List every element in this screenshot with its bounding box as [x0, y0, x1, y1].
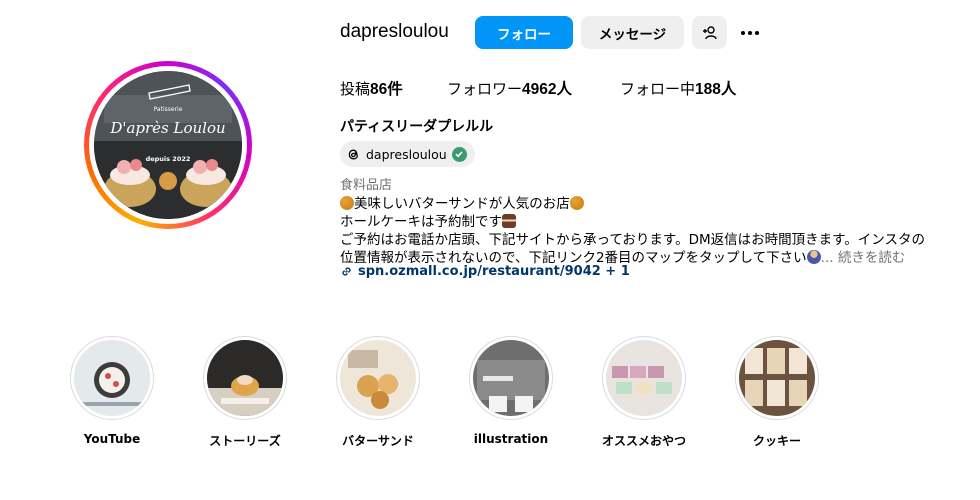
- highlight-recommended-snacks-image: [606, 340, 682, 416]
- highlight-illustration[interactable]: illustration: [469, 336, 553, 446]
- threads-badge[interactable]: dapresloulou: [340, 141, 475, 167]
- bio-line-3: ご予約はお電話か店頭、下記サイトから承っております。DM返信はお時間頂きます。イ…: [340, 232, 925, 248]
- link-icon: [342, 267, 351, 276]
- person-emoji-icon: [806, 250, 821, 264]
- avatar-name-text: D'après Loulou: [109, 119, 225, 137]
- avatar-since-text: depuis 2022: [146, 155, 191, 163]
- highlight-youtube-image: [74, 340, 150, 416]
- avatar-brand-text: Patisserie: [154, 106, 183, 113]
- cookie-emoji-icon: [569, 196, 584, 210]
- read-more-link[interactable]: ... 続きを読む: [821, 250, 906, 266]
- message-button[interactable]: メッセージ: [581, 16, 684, 49]
- followers-link[interactable]: フォロワー4962人: [447, 77, 572, 99]
- profile-category: 食料品店: [340, 178, 393, 193]
- cookie-emoji-icon: [340, 196, 354, 210]
- threads-icon: [348, 149, 358, 159]
- profile-full-name: パティスリーダプレルル: [340, 119, 494, 135]
- highlight-illustration-image: [473, 340, 549, 416]
- highlight-butter-sand[interactable]: バターサンド: [336, 336, 420, 449]
- profile-username: dapresloulou: [340, 21, 449, 42]
- highlight-youtube[interactable]: YouTube: [70, 336, 154, 446]
- highlight-cookies[interactable]: クッキー: [735, 336, 819, 449]
- following-link[interactable]: フォロー中188人: [620, 77, 736, 99]
- follow-button[interactable]: フォロー: [475, 16, 573, 49]
- more-dots-icon: [741, 31, 745, 35]
- profile-avatar[interactable]: Patisserie D'après Loulou depuis 2022: [84, 61, 252, 229]
- cake-emoji-icon: [502, 214, 516, 228]
- profile-link[interactable]: spn.ozmall.co.jp/restaurant/9042 + 1: [340, 264, 630, 279]
- highlight-stories-image: [207, 340, 283, 416]
- bio-line-1: 美味しいバターサンドが人気のお店: [340, 192, 584, 212]
- highlight-cookies-image: [739, 340, 815, 416]
- add-user-icon: [702, 25, 717, 39]
- bio-line-2: ホールケーキは予約制です: [340, 210, 516, 230]
- bio-line-4: 位置情報が表示されないので、下記リンク2番目のマップをタップして下さい... 続…: [340, 250, 906, 266]
- avatar-image: Patisserie D'après Loulou depuis 2022: [94, 71, 242, 219]
- verified-check-icon: [451, 146, 467, 162]
- suggest-users-button[interactable]: [692, 16, 727, 49]
- threads-handle: dapresloulou: [366, 146, 447, 162]
- highlight-stories[interactable]: ストーリーズ: [203, 336, 287, 449]
- more-options-button[interactable]: [737, 22, 763, 44]
- posts-count: 投稿86件: [340, 80, 403, 98]
- highlight-butter-sand-image: [340, 340, 416, 416]
- highlight-recommended-snacks[interactable]: オススメおやつ: [602, 336, 686, 449]
